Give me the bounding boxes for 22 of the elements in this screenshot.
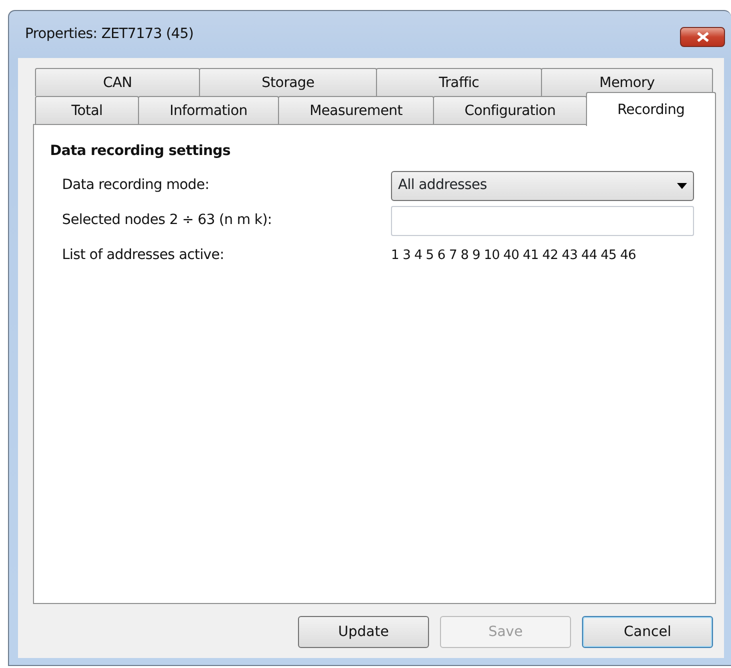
close-icon — [696, 32, 708, 42]
tab[interactable]: CAN — [35, 68, 200, 96]
tab[interactable]: Information — [138, 96, 279, 124]
address-list: 1 3 4 5 6 7 8 9 10 40 41 42 43 44 45 46 — [391, 246, 636, 266]
tab[interactable]: Recording — [586, 92, 716, 126]
tab[interactable]: Storage — [199, 68, 377, 96]
field-label: Data recording mode: — [62, 176, 210, 195]
tab[interactable]: Measurement — [278, 96, 434, 124]
field-label: Selected nodes 2 ÷ 63 (n m k): — [62, 211, 273, 230]
section-title: Data recording settings — [50, 142, 232, 161]
tab[interactable]: Traffic — [376, 68, 542, 96]
tab[interactable]: Configuration — [433, 96, 587, 124]
window-title: Properties: ZET7173 (45) — [25, 25, 194, 44]
field-label: List of addresses active: — [62, 246, 225, 265]
tab[interactable]: Memory — [541, 68, 713, 96]
caret-icon — [677, 182, 687, 188]
input-field[interactable] — [391, 206, 694, 236]
tab[interactable]: Total — [35, 96, 139, 124]
close-button[interactable] — [680, 27, 725, 47]
dialog-button[interactable]: Update — [298, 616, 429, 648]
dialog-button[interactable]: Cancel — [582, 616, 713, 648]
dropdown[interactable]: All addresses — [391, 170, 694, 200]
